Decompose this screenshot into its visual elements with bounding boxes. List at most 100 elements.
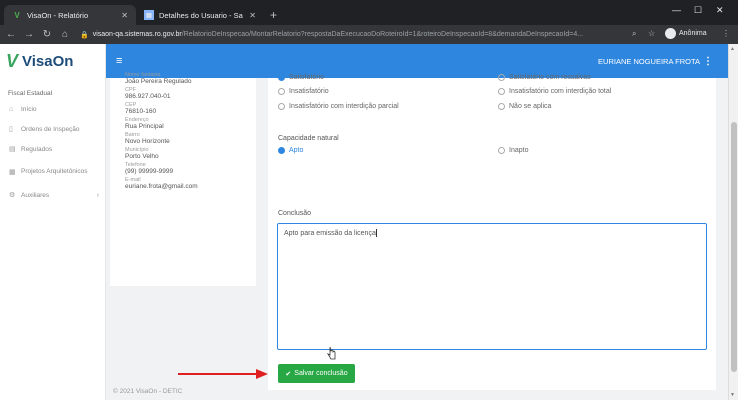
capacity-label: Capacidade natural: [278, 135, 339, 142]
visaon-favicon-icon: V: [14, 10, 20, 20]
tab-title: Detalhes do Usuario - Sauron.Go: [159, 10, 243, 20]
reload-icon[interactable]: ↻: [40, 29, 54, 40]
save-conclusion-button[interactable]: ✔ Salvar conclusão: [278, 364, 355, 383]
forward-icon[interactable]: →: [22, 29, 36, 40]
radio-dot-icon: [498, 88, 505, 95]
sidebar-item-label: Ordens de Inspeção: [21, 125, 80, 133]
field-value: 76810-160: [125, 108, 157, 115]
field-value: Rua Principal: [125, 123, 164, 130]
close-tab-icon[interactable]: ✕: [249, 11, 256, 20]
browser-menu-icon[interactable]: ⋮: [722, 29, 730, 38]
sidebar-item-label: Auxiliares: [21, 191, 50, 199]
blueprint-icon: ▦: [9, 169, 16, 176]
field-value: João Pereira Regulado: [125, 78, 192, 85]
text-caret: [375, 229, 377, 237]
radio-label: Não se aplica: [509, 103, 552, 110]
regulado-field: CPF 986.927.040-01: [110, 87, 256, 100]
sidebar-item-auxiliares[interactable]: ⚙ Auxiliares ›: [0, 187, 105, 203]
sidebar-item-inicio[interactable]: ⌂ Início: [0, 101, 105, 117]
star-icon[interactable]: ☆: [648, 29, 655, 38]
file-icon: ▯: [9, 126, 13, 133]
document-favicon-icon: ▤: [144, 10, 154, 20]
regulado-field: Bairro Novo Horizonte: [110, 132, 256, 145]
radio-dot-icon: [278, 103, 285, 110]
regulado-field: CEP 76810-160: [110, 102, 256, 115]
radio-label: Satisfatório: [289, 74, 325, 81]
sidebar-item-label: Início: [21, 105, 37, 113]
field-value: euriane.frota@gmail.com: [125, 183, 198, 190]
zoom-icon[interactable]: ⌕: [632, 29, 636, 39]
field-value: Novo Horizonte: [125, 138, 170, 145]
back-icon[interactable]: ←: [4, 29, 18, 40]
radio-label: Insatisfatório com interdição total: [509, 88, 612, 95]
url-host: visaon-qa.sistemas.ro.gov.br: [92, 31, 182, 38]
conclusion-text: Apto para emissão da licença: [284, 229, 376, 237]
address-bar: ← → ↻ ⌂ 🔒 visaon-qa.sistemas.ro.gov.br/R…: [0, 25, 738, 44]
user-role: Fiscal Estadual: [8, 90, 53, 97]
brand-name: VisaOn: [22, 52, 74, 70]
regulado-field: Telefone (99) 99999-9999: [110, 162, 256, 175]
regulado-details-card: Nome fantasia João Pereira Regulado CPF 986…: [110, 72, 256, 286]
browser-tab-active[interactable]: V VisaOn - Relatório ✕: [4, 5, 136, 25]
page-scrollbar[interactable]: ▲ ▼: [728, 44, 738, 400]
url-field[interactable]: 🔒 visaon-qa.sistemas.ro.gov.br/Relatorio…: [80, 27, 640, 42]
field-value: (99) 99999-9999: [125, 168, 174, 175]
radio-satisfatorio[interactable]: Satisfatório: [278, 74, 324, 81]
regulado-field: E-mail euriane.frota@gmail.com: [110, 177, 256, 190]
minimize-button[interactable]: —: [672, 5, 681, 15]
conclusion-textarea[interactable]: Apto para emissão da licença: [277, 223, 707, 350]
radio-satisfatorio-ressalvas[interactable]: Satisfatório com ressalvas: [498, 74, 591, 81]
gears-icon: ⚙: [9, 192, 16, 199]
report-form-card: Satisfatório Satisfatório com ressalvas …: [268, 74, 716, 390]
regulado-field: Endereço Rua Principal: [110, 117, 256, 130]
sidebar-item-projetos[interactable]: ▦ Projetos Arquitetônicos: [0, 161, 105, 183]
incognito-profile[interactable]: Anônima: [665, 28, 707, 39]
radio-apto[interactable]: Apto: [278, 147, 303, 154]
profile-label: Anônima: [679, 30, 707, 37]
scrollbar-thumb[interactable]: [731, 122, 737, 372]
browser-tab-bar: V VisaOn - Relatório ✕ ▤ Detalhes do Usu…: [0, 0, 738, 25]
user-name[interactable]: EURIANE NOGUEIRA FROTA: [598, 57, 700, 66]
radio-inapto[interactable]: Inapto: [498, 147, 528, 154]
user-menu-icon[interactable]: ⋮: [703, 56, 713, 67]
page: V VisaOn Fiscal Estadual ⌂ Início ▯ Orde…: [0, 44, 728, 400]
radio-dot-icon: [278, 74, 285, 81]
new-tab-button[interactable]: +: [270, 8, 277, 22]
radio-dot-icon: [278, 88, 285, 95]
check-icon: ✔: [285, 370, 292, 378]
red-arrow-annotation: [178, 369, 268, 379]
radio-label: Apto: [289, 147, 304, 154]
regulado-field: Nome fantasia João Pereira Regulado: [110, 72, 256, 85]
maximize-button[interactable]: ☐: [694, 5, 702, 16]
radio-dot-icon: [498, 74, 505, 81]
close-window-button[interactable]: ✕: [716, 5, 724, 16]
sidebar-item-ordens[interactable]: ▯ Ordens de Inspeção: [0, 121, 105, 137]
radio-label: Inapto: [509, 147, 529, 154]
scroll-up-icon[interactable]: ▲: [730, 46, 735, 52]
mouse-pointer-icon: [327, 346, 336, 360]
browser-tab-inactive[interactable]: ▤ Detalhes do Usuario - Sauron.Go ✕: [136, 5, 264, 25]
footer: © 2021 VisaOn - DETIC: [113, 388, 183, 395]
tab-title: VisaOn - Relatório: [27, 10, 89, 20]
home-icon[interactable]: ⌂: [58, 29, 72, 40]
sidebar-item-label: Projetos Arquitetônicos: [21, 168, 88, 175]
radio-interdicao-parcial[interactable]: Insatisfatório com interdição parcial: [278, 103, 399, 110]
radio-dot-icon: [278, 147, 285, 154]
radio-label: Insatisfatório com interdição parcial: [289, 103, 399, 110]
radio-dot-icon: [498, 103, 505, 110]
conclusion-label: Conclusão: [278, 210, 312, 217]
radio-nao-se-aplica[interactable]: Não se aplica: [498, 103, 551, 110]
field-value: 986.927.040-01: [125, 93, 171, 100]
lock-icon: 🔒: [80, 31, 89, 39]
url-path: /RelatorioDeInspecao/MontarRelatorio?res…: [181, 31, 584, 38]
radio-interdicao-total[interactable]: Insatisfatório com interdição total: [498, 88, 611, 95]
logo[interactable]: V VisaOn: [0, 44, 105, 78]
scroll-down-icon[interactable]: ▼: [730, 392, 735, 398]
hamburger-menu-icon[interactable]: ≡: [116, 55, 122, 67]
sidebar-item-regulados[interactable]: ▤ Regulados: [0, 141, 105, 157]
sidebar: V VisaOn Fiscal Estadual ⌂ Início ▯ Orde…: [0, 44, 106, 400]
home-icon: ⌂: [9, 105, 14, 113]
close-tab-icon[interactable]: ✕: [121, 11, 128, 20]
radio-insatisfatorio[interactable]: Insatisfatório: [278, 88, 329, 95]
visaon-logo-icon: V: [6, 50, 19, 71]
